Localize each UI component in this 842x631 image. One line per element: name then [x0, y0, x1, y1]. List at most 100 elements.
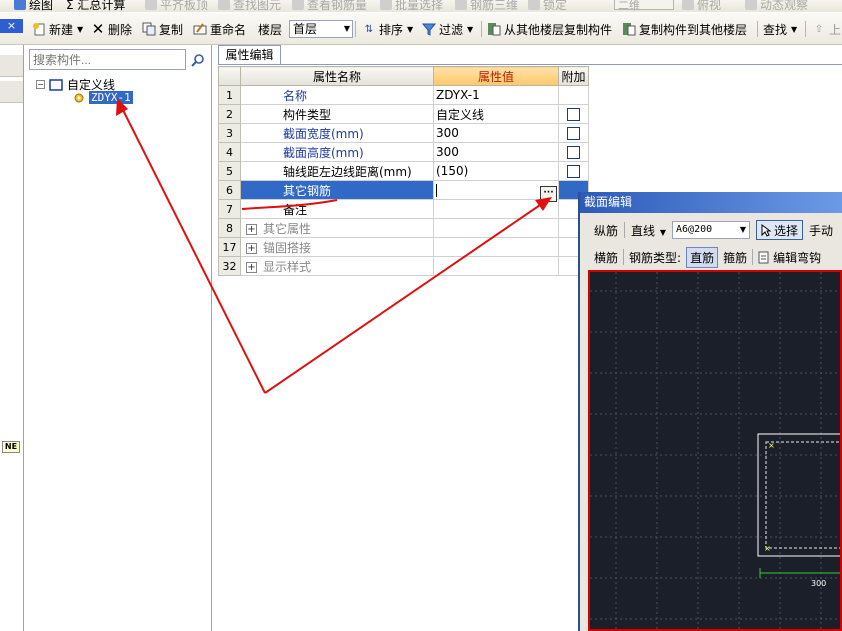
search-button[interactable] [187, 49, 209, 70]
batch-select-button[interactable]: 批量选择 [380, 0, 443, 12]
find-button[interactable]: 查找 ▼ [763, 19, 797, 39]
expand-icon[interactable]: + [246, 242, 257, 254]
table-row[interactable]: 6 其它钢筋 [218, 180, 589, 200]
chevron-down-icon: ▼ [659, 227, 667, 237]
expand-icon[interactable]: + [246, 261, 257, 273]
section-canvas[interactable]: × × 300 [588, 270, 842, 631]
table-row[interactable]: 8 + 其它属性 [218, 218, 589, 238]
stirrup-button[interactable]: 箍筋 [723, 249, 747, 266]
straight-rebar-button[interactable]: 直筋 [686, 246, 719, 268]
separator [481, 21, 482, 37]
table-row[interactable]: 1 名称 ZDYX-1 [218, 85, 589, 105]
rename-button[interactable]: 重命名 [193, 19, 246, 39]
property-name[interactable]: 截面宽度(mm) [240, 123, 434, 143]
find-element-button[interactable]: 查找图元 [218, 0, 281, 12]
sort-button[interactable]: ⇅ 排序 ▼ [362, 19, 413, 39]
lock-button[interactable]: 锁定 [528, 0, 567, 12]
tree-node-zdyx-1[interactable]: ZDYX-1 [73, 91, 133, 104]
summary-calc-button[interactable]: Σ 汇总计算 [66, 0, 125, 12]
lock-icon [528, 0, 540, 10]
new-button[interactable]: 新建 ▼ [32, 19, 83, 39]
tab-property-editor[interactable]: 属性编辑 [218, 45, 281, 65]
addon-cell[interactable] [558, 142, 589, 162]
delete-button[interactable]: ✕ 删除 [91, 19, 132, 39]
addon-checkbox[interactable] [567, 127, 580, 140]
move-up-button[interactable]: ⇧ 上 [812, 19, 841, 39]
addon-checkbox[interactable] [567, 165, 580, 178]
dynamic-view-button[interactable]: 动态观察 [745, 0, 808, 12]
left-strip: NE [0, 45, 24, 631]
property-name[interactable]: + 显示样式 [240, 256, 434, 276]
addon-cell[interactable] [558, 123, 589, 143]
table-row[interactable]: 2 构件类型 自定义线 [218, 104, 589, 124]
rebar-3d-button[interactable]: 钢筋三维 [455, 0, 518, 12]
copy-from-floor-button[interactable]: 从其他楼层复制构件 [487, 19, 612, 39]
left-strip-band [0, 55, 23, 77]
select-button[interactable]: 选择 [756, 220, 804, 240]
row-number: 32 [218, 256, 241, 276]
component-toolbar: 新建 ▼ ✕ 删除 复制 重命名 楼层 ⇅ 排序 ▼ 过滤 ▼ 从其他楼层复制构件 复… [0, 13, 842, 45]
row-number: 5 [218, 161, 241, 181]
find-icon [218, 0, 230, 10]
row-number: 6 [218, 180, 241, 200]
grid-header-row: 属性名称 属性值 附加 [218, 66, 589, 86]
copy-floor-in-icon [487, 22, 501, 36]
property-name[interactable]: 其它钢筋 [240, 180, 434, 200]
edit-hook-button[interactable]: 编辑弯钩 [758, 249, 821, 266]
property-name[interactable]: 备注 [240, 199, 434, 219]
property-value[interactable]: 300 [433, 142, 559, 162]
addon-cell[interactable] [558, 104, 589, 124]
search-icon [191, 53, 204, 67]
manual-button[interactable]: 手动 [809, 222, 833, 239]
floor-label: 楼层 [258, 22, 283, 37]
chevron-down-icon: ▼ [739, 225, 747, 234]
property-name[interactable]: + 锚固搭接 [240, 237, 434, 257]
property-name[interactable]: 构件类型 [240, 104, 434, 124]
transverse-rebar-button[interactable]: 横筋 [594, 249, 618, 266]
table-row[interactable]: 17 + 锚固搭接 [218, 237, 589, 257]
line-mode-select[interactable]: 直线 ▼ [631, 222, 666, 239]
addon-cell[interactable] [558, 161, 589, 181]
collapse-icon[interactable]: − [36, 80, 45, 89]
rebar-spec-select[interactable]: A6@200 ▼ [672, 221, 751, 239]
expand-icon[interactable]: + [246, 223, 257, 235]
property-name[interactable]: + 其它属性 [240, 218, 434, 238]
property-value[interactable]: 自定义线 [433, 104, 559, 124]
text-caret [436, 184, 437, 197]
property-value[interactable]: (150) [433, 161, 559, 181]
addon-checkbox[interactable] [567, 108, 580, 121]
align-slab-top-button[interactable]: 平齐板顶 [145, 0, 208, 12]
more-button[interactable]: ··· [540, 186, 557, 202]
longitudinal-rebar-button[interactable]: 纵筋 [594, 222, 618, 239]
draw-button[interactable]: 绘图 [14, 0, 53, 12]
property-name[interactable]: 轴线距左边线距离(mm) [240, 161, 434, 181]
rebar-amount-icon [292, 0, 304, 10]
addon-checkbox[interactable] [567, 146, 580, 159]
edit-hook-icon [758, 251, 769, 263]
property-value[interactable] [433, 218, 559, 238]
table-row[interactable]: 3 截面宽度(mm) 300 [218, 123, 589, 143]
property-value[interactable] [433, 199, 559, 219]
view-mode-combo[interactable]: 二维 [614, 0, 674, 12]
stirrup-outline [765, 441, 840, 549]
component-search-input[interactable] [29, 49, 186, 70]
property-value[interactable] [433, 256, 559, 276]
property-name[interactable]: 名称 [240, 85, 434, 105]
property-value[interactable]: ZDYX-1 [433, 85, 559, 105]
component-tree-panel: − 自定义线 ZDYX-1 [25, 45, 212, 631]
floor-select[interactable]: 首层 ▼ [289, 20, 353, 38]
view-rebar-amount-button[interactable]: 查看钢筋量 [292, 0, 367, 12]
property-value[interactable] [433, 237, 559, 257]
copy-floor-out-icon [622, 22, 636, 36]
property-name[interactable]: 截面高度(mm) [240, 142, 434, 162]
copy-to-floor-button[interactable]: 复制构件到其他楼层 [622, 19, 747, 39]
close-button[interactable]: × [0, 19, 23, 33]
property-value[interactable]: 300 [433, 123, 559, 143]
filter-button[interactable]: 过滤 ▼ [422, 19, 473, 39]
table-row[interactable]: 5 轴线距左边线距离(mm) (150) [218, 161, 589, 181]
table-row[interactable]: 4 截面高度(mm) 300 [218, 142, 589, 162]
copy-button[interactable]: 复制 [142, 19, 183, 39]
table-row[interactable]: 7 备注 [218, 199, 589, 219]
table-row[interactable]: 32 + 显示样式 [218, 256, 589, 276]
look-view-button[interactable]: 俯视 [682, 0, 721, 12]
